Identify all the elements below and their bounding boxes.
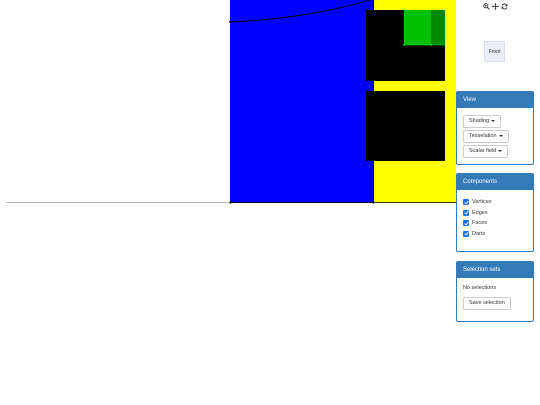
caret-down-icon [491, 119, 496, 122]
refresh-icon[interactable] [500, 2, 508, 11]
move-icon[interactable] [491, 2, 499, 11]
view-cube[interactable]: Front [484, 41, 505, 62]
black-face-bottom [366, 91, 445, 161]
selection-sets-panel: Selection sets No selections Save select… [456, 261, 534, 322]
3d-viewport[interactable] [0, 0, 456, 405]
vertex [229, 201, 232, 204]
vertices-checkbox[interactable] [463, 199, 469, 206]
caret-down-icon [498, 149, 503, 152]
blue-face [230, 0, 374, 203]
tesselation-dropdown-button[interactable]: Tesselation [463, 130, 509, 143]
viewport-toolbar [482, 2, 508, 11]
components-panel-heading: Components [457, 174, 533, 190]
view-panel-heading: View [457, 92, 533, 108]
faces-checkbox-row: Faces [463, 218, 527, 229]
shading-label: Shading [469, 118, 490, 124]
save-selection-button[interactable]: Save selection [463, 297, 511, 310]
vertex [403, 44, 405, 46]
view-panel: View Shading Tesselation Scalar field [456, 91, 534, 165]
caret-down-icon [498, 134, 503, 137]
shading-dropdown-button[interactable]: Shading [463, 115, 502, 128]
no-selections-text: No selections [463, 285, 497, 291]
view-cube-label: Front [488, 48, 501, 55]
green-face [404, 10, 431, 45]
darts-checkbox-row: Darts [463, 229, 527, 240]
vertex [430, 44, 432, 46]
components-panel-title: Components [463, 179, 498, 185]
dark-green-face [431, 10, 445, 45]
vertex [372, 201, 375, 204]
vertex [229, 20, 232, 24]
edges-checkbox-row: Edges [463, 208, 527, 219]
faces-checkbox[interactable] [463, 220, 469, 227]
scalar-field-dropdown-button[interactable]: Scalar field [463, 145, 509, 158]
vertices-label: Vertices [472, 199, 492, 206]
selection-sets-panel-heading: Selection sets [457, 262, 533, 278]
components-panel: Components Vertices Edges Faces Darts [456, 173, 534, 252]
zoom-in-icon[interactable] [482, 2, 490, 11]
edges-label: Edges [472, 209, 488, 216]
faces-label: Faces [472, 220, 487, 227]
scalar-field-label: Scalar field [469, 148, 497, 154]
vertices-checkbox-row: Vertices [463, 197, 527, 208]
view-panel-title: View [463, 97, 476, 103]
tesselation-label: Tesselation [469, 133, 497, 139]
edges-checkbox[interactable] [463, 209, 469, 216]
selection-sets-panel-title: Selection sets [463, 267, 501, 273]
darts-checkbox[interactable] [463, 230, 469, 237]
darts-label: Darts [472, 230, 486, 237]
